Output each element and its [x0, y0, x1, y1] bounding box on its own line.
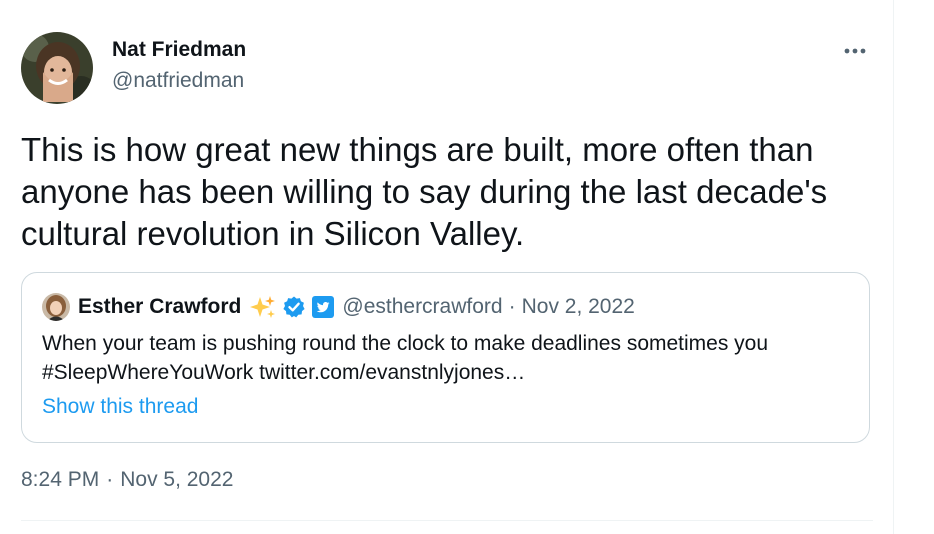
quoted-author-name[interactable]: Esther Crawford [78, 295, 241, 319]
tweet-time[interactable]: 8:24 PM [21, 468, 99, 492]
quoted-author-handle[interactable]: @esthercrawford [342, 295, 502, 319]
tweet[interactable]: Nat Friedman @natfriedman This is how gr… [0, 0, 893, 534]
quoted-tweet[interactable]: Esther Crawford @esthercrawford · Nov 2,… [21, 272, 870, 443]
quoted-date[interactable]: Nov 2, 2022 [522, 295, 635, 319]
column-border [893, 0, 894, 534]
quoted-text-line-1: When your team is pushing round the cloc… [42, 332, 769, 355]
tweet-timestamp[interactable]: 8:24 PM · Nov 5, 2022 [21, 468, 233, 492]
verified-badge-icon [282, 295, 306, 319]
quoted-header: Esther Crawford @esthercrawford · Nov 2,… [78, 293, 635, 321]
quoted-author-avatar[interactable] [42, 293, 70, 321]
tweet-text: This is how great new things are built, … [21, 131, 828, 252]
tweet-date[interactable]: Nov 5, 2022 [120, 468, 233, 492]
show-thread-link[interactable]: Show this thread [42, 395, 198, 419]
quoted-text: When your team is pushing round the cloc… [42, 329, 852, 387]
more-horizontal-icon[interactable] [842, 41, 868, 61]
sparkles-icon [249, 295, 277, 319]
quoted-text-line-2: #SleepWhereYouWork twitter.com/evanstnly… [42, 361, 526, 384]
divider [21, 520, 873, 521]
separator-dot: · [508, 295, 516, 318]
author-name[interactable]: Nat Friedman [112, 38, 246, 62]
twitter-badge-icon [311, 295, 335, 319]
separator-dot: · [106, 468, 114, 491]
author-avatar[interactable] [21, 32, 93, 104]
author-handle[interactable]: @natfriedman [112, 69, 244, 93]
